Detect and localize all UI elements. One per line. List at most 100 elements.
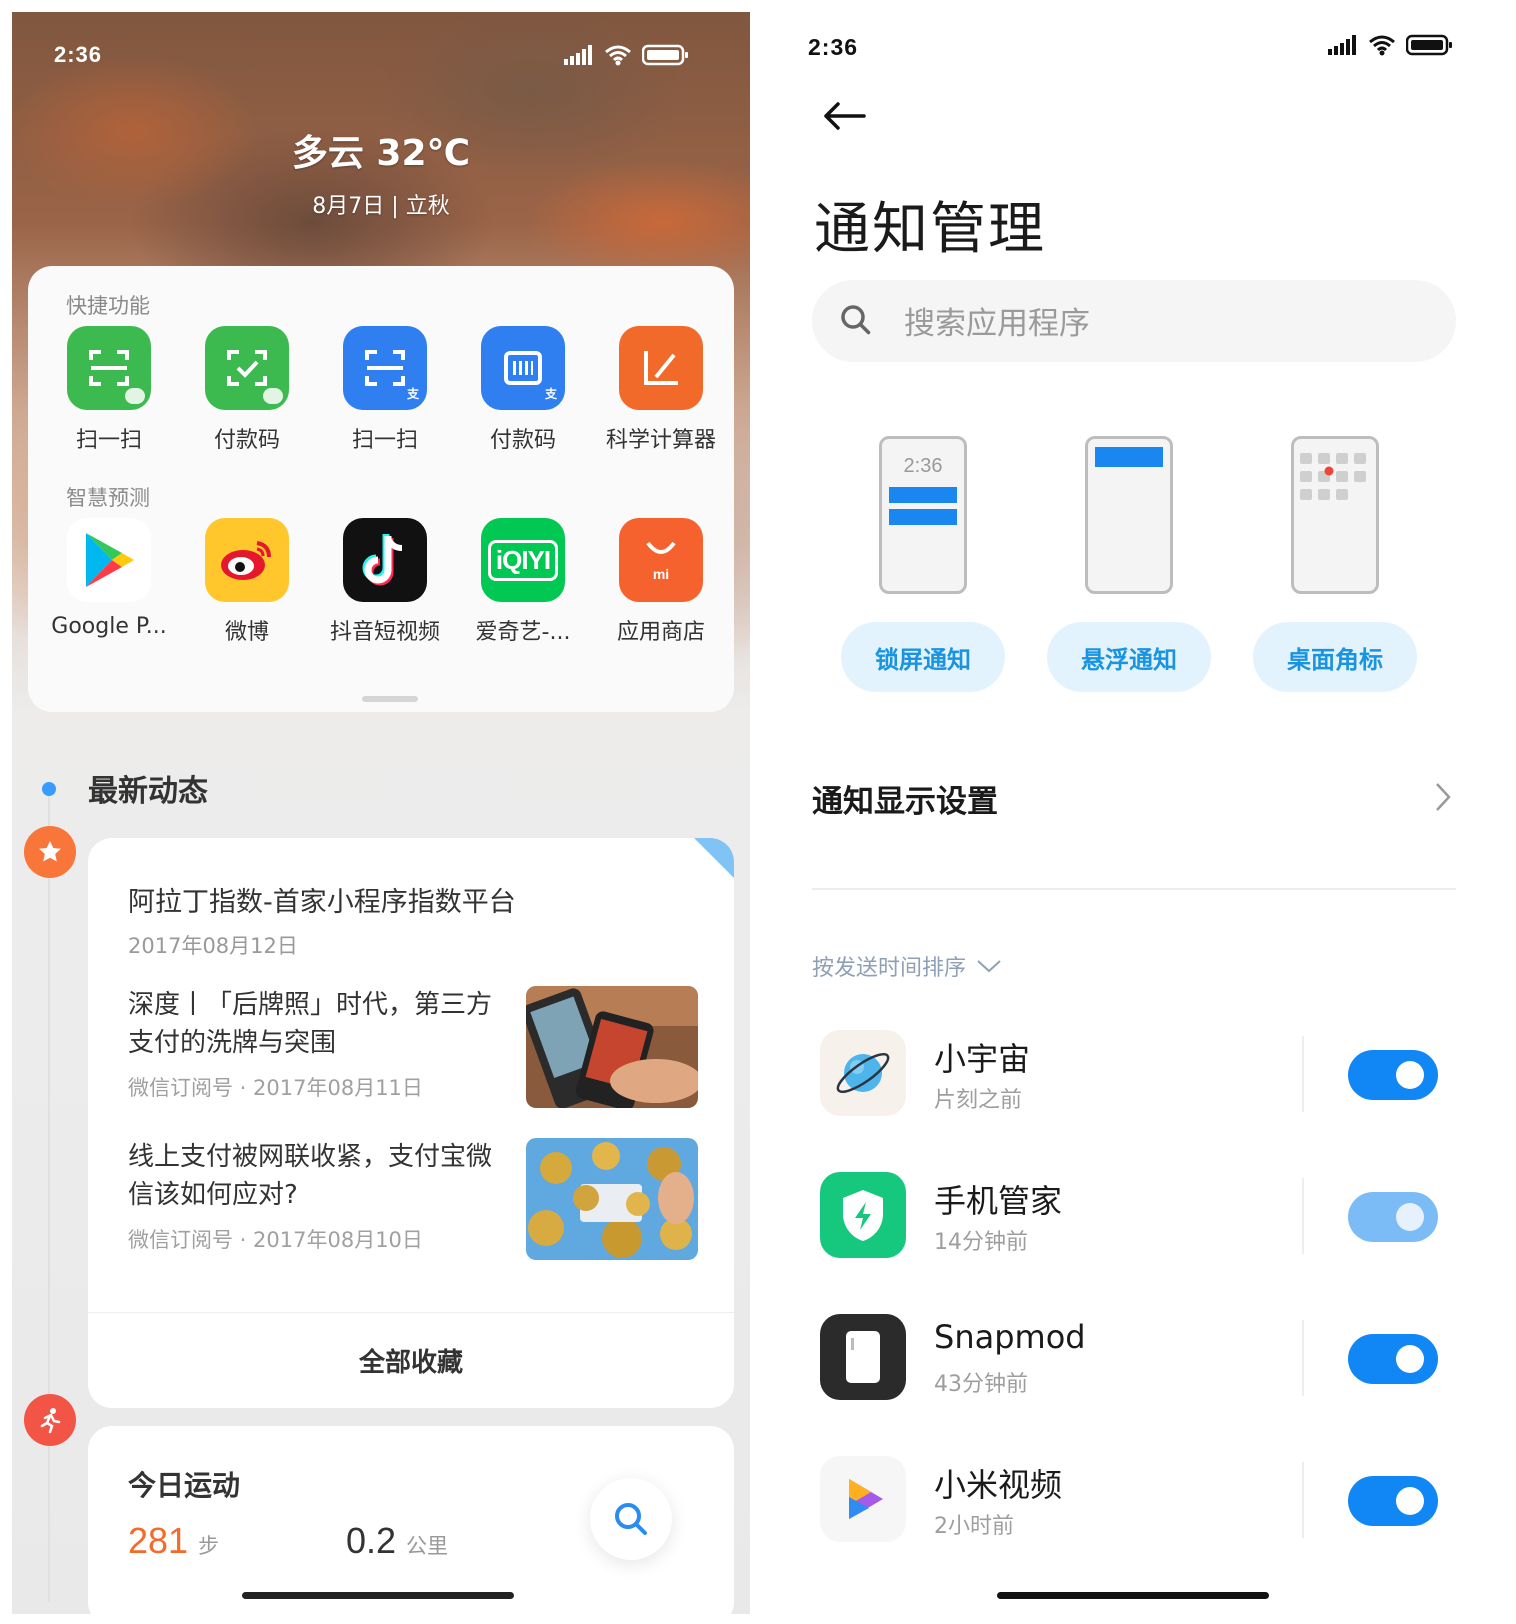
mi-video-play-icon bbox=[820, 1456, 906, 1542]
steps-count: 281 bbox=[128, 1520, 189, 1561]
app-label: 抖音短视频 bbox=[329, 620, 440, 645]
app-notification-row[interactable]: Snapmod 43分钟前 bbox=[820, 1314, 1456, 1404]
app-time: 43分钟前 bbox=[934, 1372, 1028, 1397]
status-icons bbox=[1328, 34, 1454, 56]
weather-date: 8月7日 | 立秋 bbox=[312, 194, 450, 219]
row-separator bbox=[1302, 1178, 1304, 1254]
app-label: 应用商店 bbox=[616, 620, 705, 645]
wechat-scan-icon bbox=[67, 326, 151, 410]
news-item-title: 线上支付被网联收紧，支付宝微信该如何应对? bbox=[128, 1142, 493, 1210]
quick-app-calculator[interactable]: 科学计算器 bbox=[593, 326, 729, 454]
home-indicator[interactable] bbox=[997, 1592, 1269, 1599]
predict-app-weibo[interactable]: 微博 bbox=[179, 518, 315, 646]
news-item[interactable]: 线上支付被网联收紧，支付宝微信该如何应对? 微信订阅号 · 2017年08月10… bbox=[128, 1138, 698, 1262]
style-option-lockscreen[interactable]: 2:36 锁屏通知 bbox=[838, 436, 1008, 692]
douyin-icon bbox=[343, 518, 427, 602]
app-store-icon: mi bbox=[619, 518, 703, 602]
sport-title: 今日运动 bbox=[128, 1469, 241, 1502]
news-headline-date: 2017年08月12日 bbox=[128, 934, 298, 958]
app-label: 扫一扫 bbox=[75, 428, 142, 453]
search-icon bbox=[841, 305, 871, 335]
card-corner-flag bbox=[694, 838, 734, 878]
smart-predict-label: 智慧预测 bbox=[66, 486, 150, 510]
news-item[interactable]: 深度丨「后牌照」时代，第三方支付的洗牌与突围 微信订阅号 · 2017年08月1… bbox=[128, 986, 698, 1110]
signal-icon bbox=[564, 45, 592, 65]
alipay-pay-code-icon: 支 bbox=[481, 326, 565, 410]
predict-app-iqiyi[interactable]: iQIYI 爱奇艺-... bbox=[455, 518, 591, 646]
style-option-badge[interactable]: 桌面角标 bbox=[1250, 436, 1420, 692]
calculator-icon bbox=[619, 326, 703, 410]
weather-title: 多云 32℃ bbox=[291, 133, 471, 174]
home-indicator[interactable] bbox=[242, 1592, 514, 1599]
predict-apps-row: Google P... 微博 抖音短视频 iQIYI 爱奇艺-... mi 应用… bbox=[40, 518, 730, 646]
app-label: Google P... bbox=[51, 614, 167, 639]
floating-notification-button[interactable]: 悬浮通知 bbox=[1047, 622, 1211, 692]
predict-app-store[interactable]: mi 应用商店 bbox=[593, 518, 729, 646]
style-option-floating[interactable]: 悬浮通知 bbox=[1044, 436, 1214, 692]
search-placeholder: 搜索应用程序 bbox=[904, 306, 1090, 342]
app-label: 扫一扫 bbox=[351, 428, 418, 453]
star-icon bbox=[24, 826, 76, 878]
row-separator bbox=[1302, 1462, 1304, 1538]
news-item-meta: 微信订阅号 · 2017年08月10日 bbox=[128, 1228, 423, 1252]
row-separator bbox=[1302, 1320, 1304, 1396]
wifi-icon bbox=[605, 45, 631, 66]
desktop-badge-button[interactable]: 桌面角标 bbox=[1253, 622, 1417, 692]
lockscreen-notification-button[interactable]: 锁屏通知 bbox=[841, 622, 1005, 692]
all-favorites-button[interactable]: 全部收藏 bbox=[88, 1312, 734, 1408]
notification-toggle[interactable] bbox=[1348, 1334, 1438, 1384]
notification-toggle[interactable] bbox=[1348, 1476, 1438, 1526]
status-time: 2:36 bbox=[54, 42, 103, 67]
search-icon bbox=[615, 1503, 647, 1535]
app-time: 2小时前 bbox=[934, 1514, 1014, 1539]
row-separator bbox=[1302, 1036, 1304, 1112]
predict-app-google-play[interactable]: Google P... bbox=[41, 518, 177, 646]
news-headline[interactable]: 阿拉丁指数-首家小程序指数平台 bbox=[128, 880, 516, 919]
back-button[interactable] bbox=[820, 96, 868, 136]
signal-icon bbox=[1328, 35, 1356, 55]
app-time: 14分钟前 bbox=[934, 1230, 1028, 1255]
quick-app-wechat-pay[interactable]: 付款码 bbox=[179, 326, 315, 454]
notification-display-settings-label: 通知显示设置 bbox=[812, 784, 998, 820]
planet-icon bbox=[820, 1030, 906, 1116]
weibo-icon bbox=[205, 518, 289, 602]
app-notification-row[interactable]: 小米视频 2小时前 bbox=[820, 1456, 1456, 1546]
sort-dropdown[interactable]: 按发送时间排序 bbox=[812, 950, 1002, 982]
quick-app-alipay-scan[interactable]: 支 扫一扫 bbox=[317, 326, 453, 454]
app-label: 爱奇艺-... bbox=[475, 620, 571, 645]
news-item-meta: 微信订阅号 · 2017年08月11日 bbox=[128, 1076, 423, 1100]
search-fab-button[interactable] bbox=[590, 1478, 672, 1560]
search-input[interactable]: 搜索应用程序 bbox=[812, 280, 1456, 362]
favorites-card: 阿拉丁指数-首家小程序指数平台 2017年08月12日 深度丨「后牌照」时代，第… bbox=[88, 838, 734, 1408]
app-notification-row[interactable]: 小宇宙 片刻之前 bbox=[820, 1030, 1456, 1120]
predict-app-douyin[interactable]: 抖音短视频 bbox=[317, 518, 453, 646]
notification-display-settings-row[interactable]: 通知显示设置 bbox=[812, 762, 1456, 834]
security-shield-icon bbox=[820, 1172, 906, 1258]
google-play-icon bbox=[67, 518, 151, 602]
page-title: 通知管理 bbox=[814, 197, 1046, 262]
news-thumbnail-image bbox=[526, 1138, 698, 1260]
status-time: 2:36 bbox=[808, 34, 859, 60]
notification-toggle[interactable] bbox=[1348, 1192, 1438, 1242]
quick-functions-label: 快捷功能 bbox=[66, 294, 150, 318]
battery-icon bbox=[1406, 34, 1452, 56]
chevron-down-icon bbox=[977, 960, 1001, 973]
notification-toggle[interactable] bbox=[1348, 1050, 1438, 1100]
feed-title: 最新动态 bbox=[88, 774, 208, 809]
drag-handle[interactable] bbox=[362, 696, 418, 702]
app-name: 小米视频 bbox=[934, 1466, 1063, 1504]
today-sport-card[interactable]: 今日运动 281 步 0.2 公里 bbox=[88, 1426, 734, 1614]
alipay-scan-icon: 支 bbox=[343, 326, 427, 410]
floating-preview-icon bbox=[1085, 436, 1173, 594]
app-notification-row[interactable]: 手机管家 14分钟前 bbox=[820, 1172, 1456, 1262]
sort-label: 按发送时间排序 bbox=[812, 956, 967, 981]
timeline-dot bbox=[42, 782, 56, 796]
quick-app-wechat-scan[interactable]: 扫一扫 bbox=[41, 326, 177, 454]
wifi-icon bbox=[1369, 35, 1395, 56]
quick-app-alipay-pay[interactable]: 支 付款码 bbox=[455, 326, 591, 454]
quick-functions-card: 快捷功能 扫一扫 付款码 支 扫一扫 支 付款码 科学计算器 智慧预测 Goog… bbox=[28, 266, 734, 712]
steps-unit: 步 bbox=[198, 1534, 220, 1558]
chevron-right-icon bbox=[1436, 783, 1451, 811]
news-item-title: 深度丨「后牌照」时代，第三方支付的洗牌与突围 bbox=[128, 990, 493, 1058]
app-time: 片刻之前 bbox=[934, 1088, 1023, 1113]
